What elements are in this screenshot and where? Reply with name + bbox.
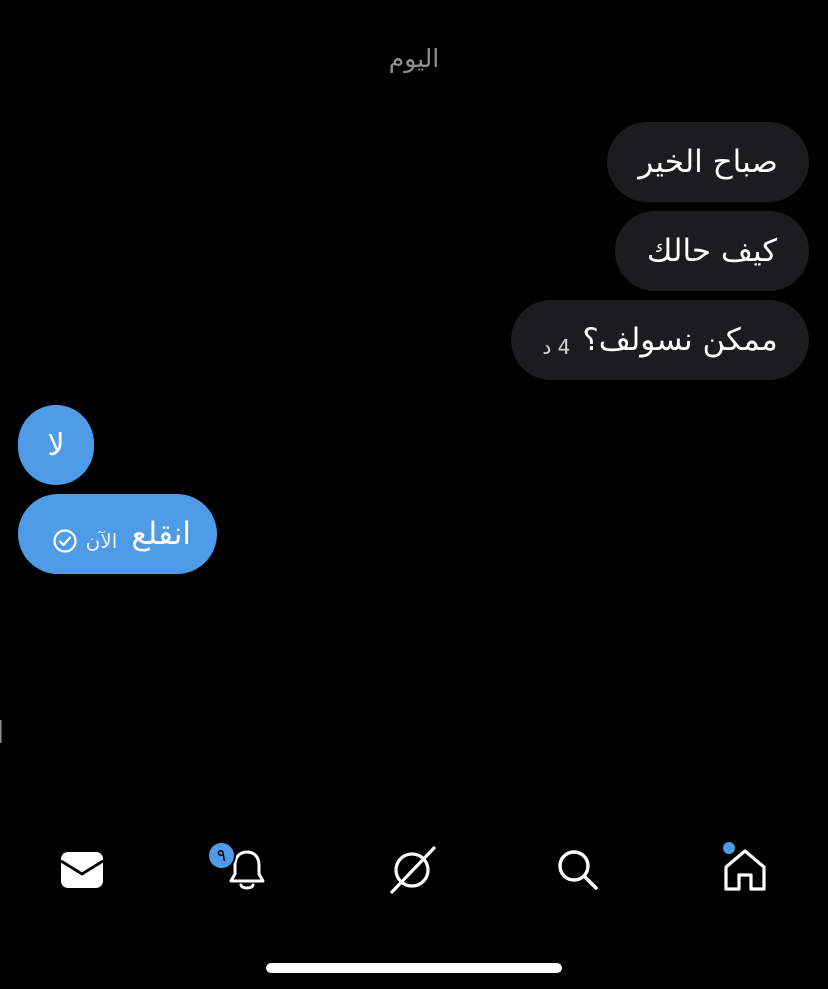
message-text: صباح الخير — [638, 144, 778, 180]
home-unread-dot — [723, 842, 735, 854]
message-text: انقلع — [131, 516, 191, 552]
bottom-tab-bar: ٩ — [0, 830, 828, 916]
notifications-badge: ٩ — [207, 841, 236, 870]
mail-icon — [60, 850, 104, 894]
compose-input-text[interactable]: ا — [0, 716, 4, 751]
home-indicator[interactable] — [266, 963, 562, 973]
spaces-icon — [386, 844, 438, 900]
message-text: كيف حالك — [646, 233, 778, 269]
outgoing-message[interactable]: لا — [18, 405, 94, 485]
message-text: لا — [47, 427, 65, 463]
search-icon — [556, 848, 600, 896]
message-timestamp: 4 د — [542, 335, 571, 359]
check-circle-icon — [52, 528, 78, 554]
message-timestamp: الآن — [85, 529, 118, 553]
message-text: ممكن نسولف؟ — [582, 322, 778, 358]
tab-messages[interactable] — [52, 842, 112, 902]
outgoing-message[interactable]: انقلع الآن — [18, 494, 217, 574]
message-meta: الآن — [52, 528, 118, 554]
day-separator: اليوم — [388, 44, 440, 73]
tab-search[interactable] — [548, 842, 608, 902]
tab-spaces[interactable] — [382, 842, 442, 902]
incoming-message[interactable]: ممكن نسولف؟ 4 د — [511, 300, 809, 380]
incoming-message[interactable]: كيف حالك — [615, 211, 809, 291]
home-icon — [722, 847, 768, 897]
incoming-message[interactable]: صباح الخير — [607, 122, 809, 202]
